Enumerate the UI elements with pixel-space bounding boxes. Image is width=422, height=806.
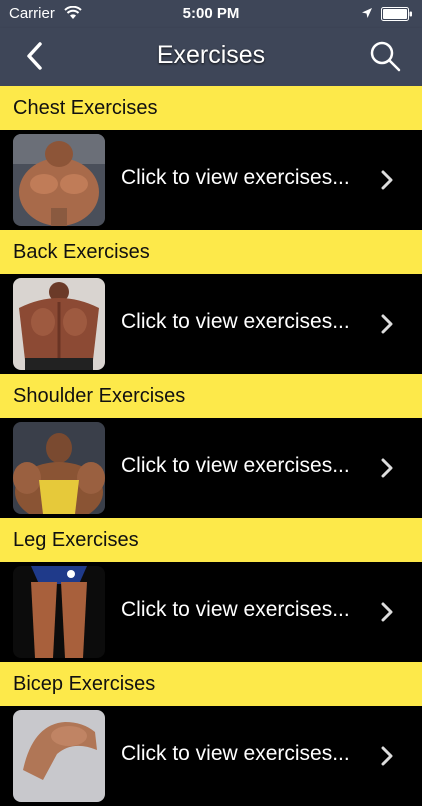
chevron-right-icon [381,314,393,334]
section-header-leg: Leg Exercises [0,518,422,562]
page-title: Exercises [156,41,266,69]
row-leg-exercises[interactable]: Click to view exercises... [0,562,422,662]
section-header-chest: Chest Exercises [0,86,422,130]
status-bar: Carrier 5:00 PM [0,0,422,28]
row-label: Click to view exercises... [121,310,350,333]
battery-icon [381,7,412,21]
row-label: Click to view exercises... [121,742,350,765]
status-time: 5:00 PM [182,5,240,22]
row-back-exercises[interactable]: Click to view exercises... [0,274,422,374]
chevron-right-icon [381,170,393,190]
chevron-right-icon [381,602,393,622]
chevron-right-icon [381,458,393,478]
row-label: Click to view exercises... [121,166,350,189]
location-arrow-icon [362,8,372,18]
chest-thumbnail [13,134,105,226]
bicep-thumbnail [13,710,105,802]
row-chest-exercises[interactable]: Click to view exercises... [0,130,422,230]
chevron-right-icon [381,746,393,766]
section-header-shoulder: Shoulder Exercises [0,374,422,418]
row-label: Click to view exercises... [121,598,350,621]
section-header-back: Back Exercises [0,230,422,274]
section-header-bicep: Bicep Exercises [0,662,422,706]
search-icon[interactable] [368,39,402,73]
row-bicep-exercises[interactable]: Click to view exercises... [0,706,422,806]
exercise-section-list: Chest Exercises Click to view exercises.… [0,86,422,806]
navigation-bar: Exercises [0,28,422,86]
leg-thumbnail [13,566,105,658]
shoulder-thumbnail [13,422,105,514]
row-shoulder-exercises[interactable]: Click to view exercises... [0,418,422,518]
back-thumbnail [13,278,105,370]
row-label: Click to view exercises... [121,454,350,477]
